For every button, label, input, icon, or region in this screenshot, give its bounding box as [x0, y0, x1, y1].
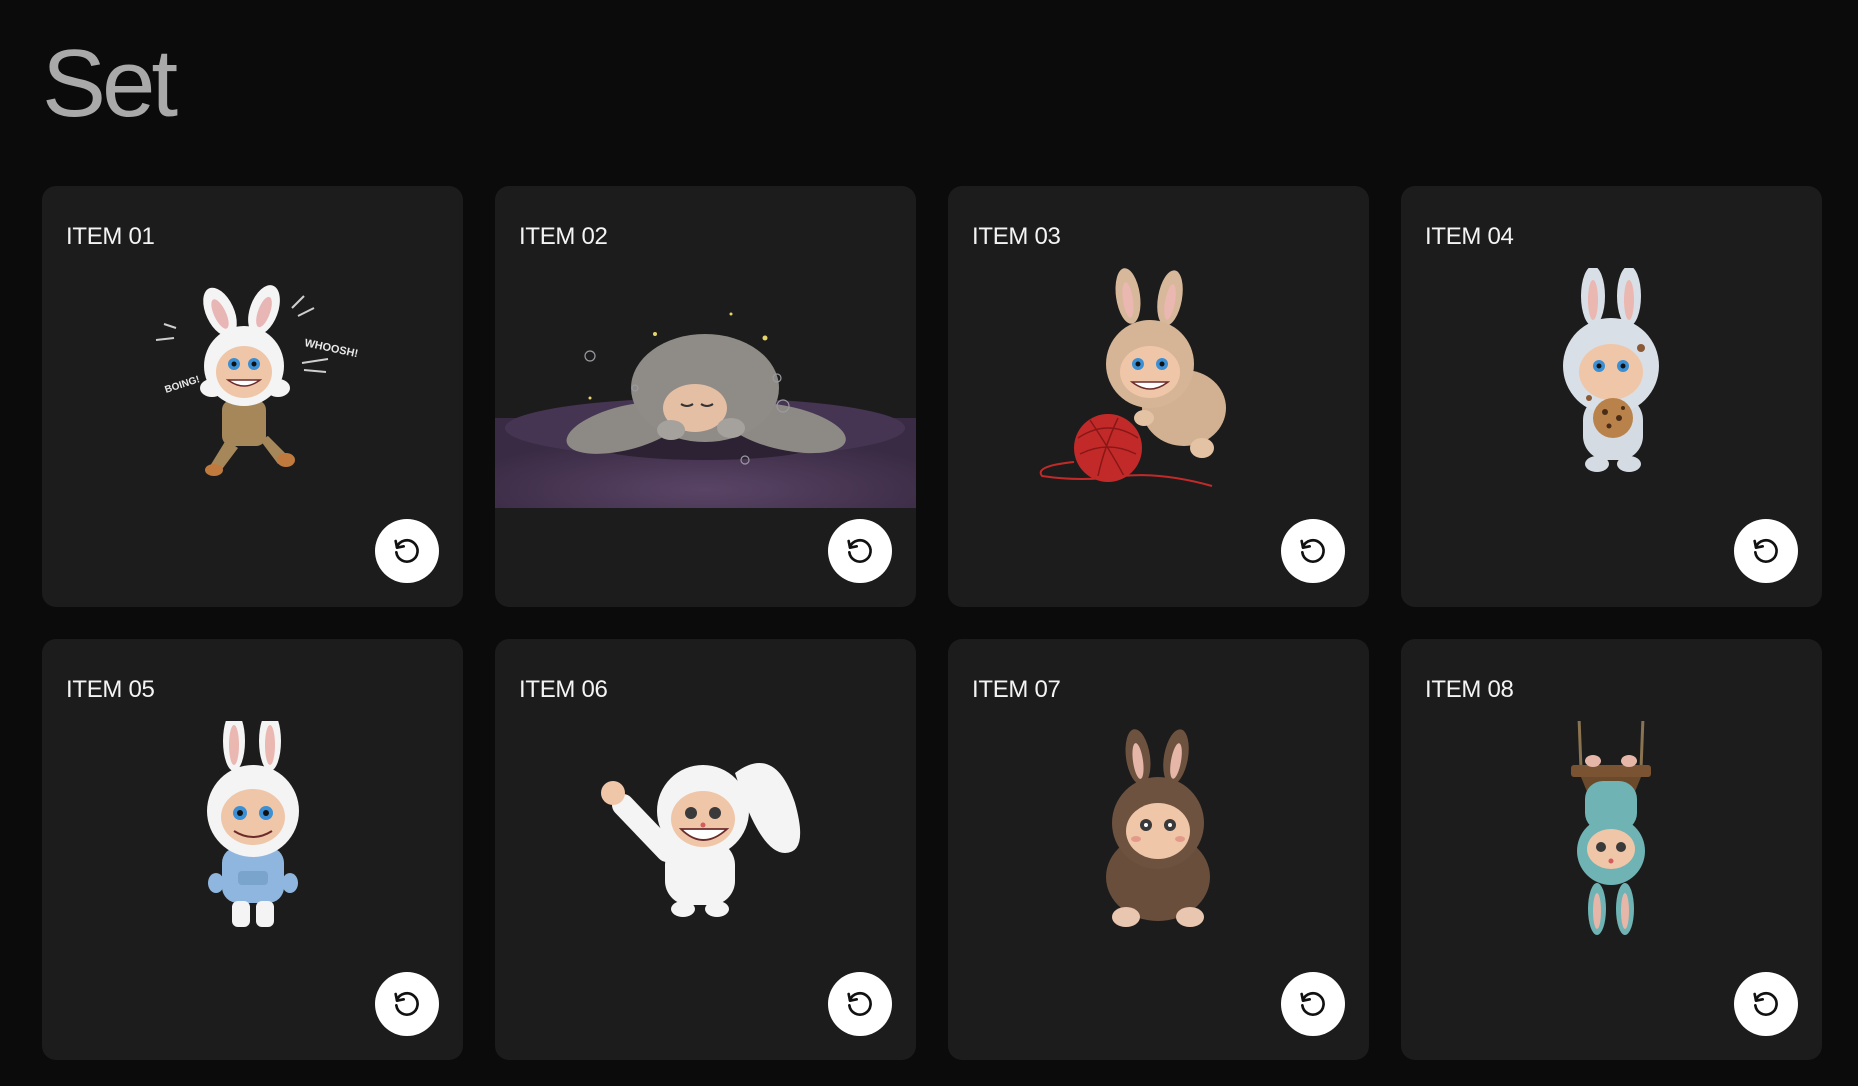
- rotate-ccw-icon: [1300, 991, 1325, 1016]
- boing-text: BOING!: [164, 374, 202, 396]
- reset-button[interactable]: [828, 972, 892, 1036]
- reset-button[interactable]: [1734, 519, 1798, 583]
- bunny-blue-hoodie-illustration: [42, 721, 463, 961]
- bunny-jumping-illustration: WHOOSH! BOING!: [42, 268, 463, 508]
- rotate-ccw-icon: [1753, 991, 1778, 1016]
- item-label: ITEM 05: [66, 676, 155, 703]
- item-label: ITEM 08: [1425, 676, 1514, 703]
- reset-button[interactable]: [1734, 972, 1798, 1036]
- reset-button[interactable]: [828, 519, 892, 583]
- bunny-waving-illustration: [495, 721, 916, 961]
- item-card-03[interactable]: ITEM 03: [948, 186, 1369, 607]
- item-label: ITEM 07: [972, 676, 1061, 703]
- item-card-06[interactable]: ITEM 06: [495, 639, 916, 1060]
- item-label: ITEM 04: [1425, 223, 1514, 250]
- item-grid: ITEM 01 WHOOSH! BOING! ITEM 02 ITEM 03 I…: [42, 186, 1822, 1060]
- rotate-ccw-icon: [394, 991, 419, 1016]
- rotate-ccw-icon: [394, 538, 419, 563]
- item-label: ITEM 03: [972, 223, 1061, 250]
- item-card-04[interactable]: ITEM 04: [1401, 186, 1822, 607]
- rotate-ccw-icon: [847, 991, 872, 1016]
- reset-button[interactable]: [1281, 519, 1345, 583]
- reset-button[interactable]: [1281, 972, 1345, 1036]
- rotate-ccw-icon: [847, 538, 872, 563]
- rotate-ccw-icon: [1300, 538, 1325, 563]
- item-label: ITEM 01: [66, 223, 155, 250]
- reset-button[interactable]: [375, 972, 439, 1036]
- bunny-sleeping-illustration: [495, 268, 916, 508]
- item-card-01[interactable]: ITEM 01 WHOOSH! BOING!: [42, 186, 463, 607]
- bunny-swing-illustration: [1401, 721, 1822, 961]
- bunny-cookie-illustration: [1401, 268, 1822, 508]
- item-label: ITEM 02: [519, 223, 608, 250]
- bunny-yarn-illustration: [948, 268, 1369, 508]
- item-label: ITEM 06: [519, 676, 608, 703]
- rotate-ccw-icon: [1753, 538, 1778, 563]
- item-card-02[interactable]: ITEM 02: [495, 186, 916, 607]
- page-title: Set: [42, 30, 178, 137]
- item-card-07[interactable]: ITEM 07: [948, 639, 1369, 1060]
- reset-button[interactable]: [375, 519, 439, 583]
- item-card-08[interactable]: ITEM 08: [1401, 639, 1822, 1060]
- whoosh-text: WHOOSH!: [303, 337, 359, 360]
- item-card-05[interactable]: ITEM 05: [42, 639, 463, 1060]
- bunny-brown-sitting-illustration: [948, 721, 1369, 961]
